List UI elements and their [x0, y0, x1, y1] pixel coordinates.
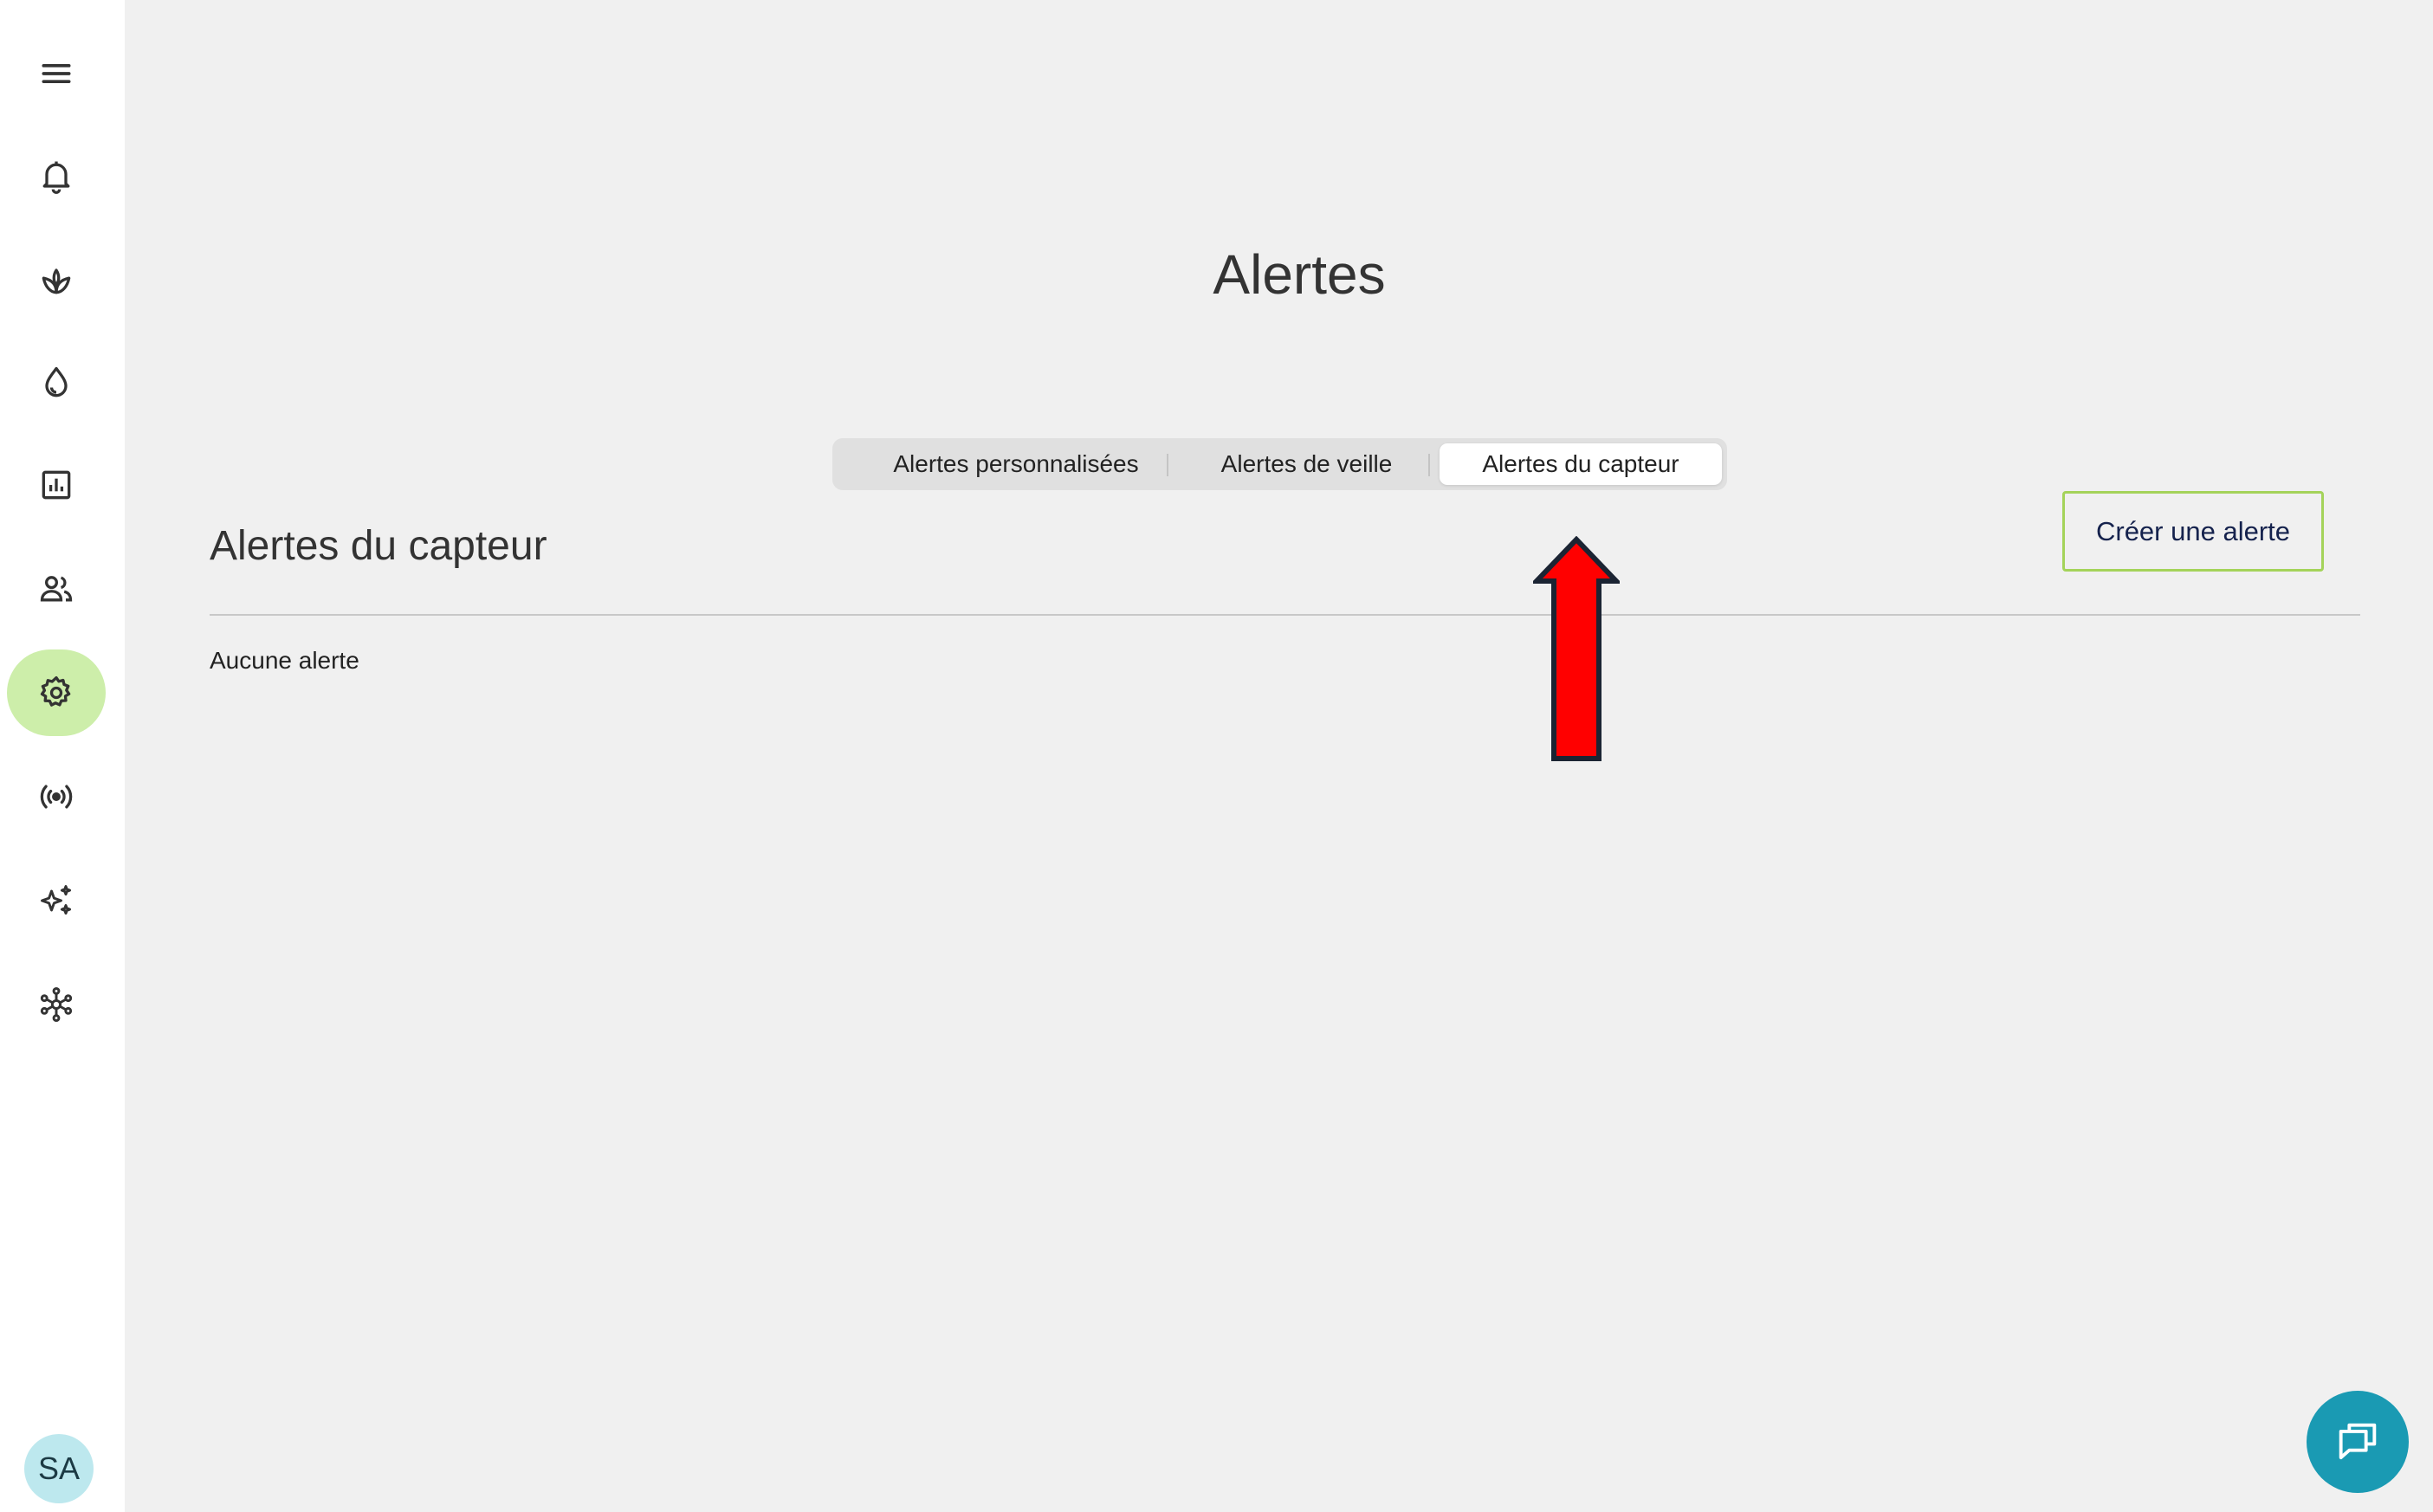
signal-icon — [40, 785, 73, 809]
chat-button[interactable] — [2307, 1391, 2409, 1493]
sidebar-item-alerts[interactable] — [0, 132, 113, 219]
sidebar-item-crops[interactable] — [0, 236, 113, 323]
menu-button[interactable] — [0, 30, 113, 117]
tab-divider — [1428, 454, 1430, 476]
network-icon — [40, 987, 73, 1022]
sidebar-item-ai[interactable] — [0, 857, 113, 944]
users-icon — [40, 576, 73, 602]
empty-state-message: Aucune alerte — [210, 647, 359, 674]
menu-icon — [42, 64, 71, 83]
sidebar-item-reports[interactable] — [0, 442, 113, 528]
bell-icon — [42, 161, 70, 194]
page-title: Alertes — [1213, 243, 1386, 306]
sidebar-item-sensors[interactable] — [0, 753, 113, 840]
annotation-arrow — [1533, 536, 1620, 761]
sidebar-item-users[interactable] — [0, 546, 113, 632]
avatar[interactable]: SA — [24, 1434, 94, 1503]
gear-icon — [40, 675, 71, 707]
sidebar-item-irrigation[interactable] — [0, 339, 113, 426]
sparkle-icon — [41, 885, 72, 915]
tab-sensor-alerts[interactable]: Alertes du capteur — [1440, 443, 1722, 485]
alert-tabs: Alertes personnalisées Alertes de veille… — [832, 438, 1727, 490]
tab-divider — [1167, 454, 1168, 476]
sidebar-item-network[interactable] — [0, 961, 113, 1048]
plant-icon — [42, 268, 71, 294]
create-alert-button[interactable]: Créer une alerte — [2062, 491, 2324, 572]
sidebar-item-settings[interactable] — [0, 649, 113, 736]
sidebar: SA — [0, 0, 125, 1512]
divider — [210, 614, 2360, 616]
section-title: Alertes du capteur — [210, 523, 547, 569]
bar-chart-icon — [42, 470, 71, 500]
chat-icon — [2339, 1423, 2377, 1460]
tab-custom-alerts[interactable]: Alertes personnalisées — [843, 443, 1189, 485]
water-drop-icon — [45, 366, 68, 397]
tab-watch-alerts[interactable]: Alertes de veille — [1174, 443, 1439, 485]
